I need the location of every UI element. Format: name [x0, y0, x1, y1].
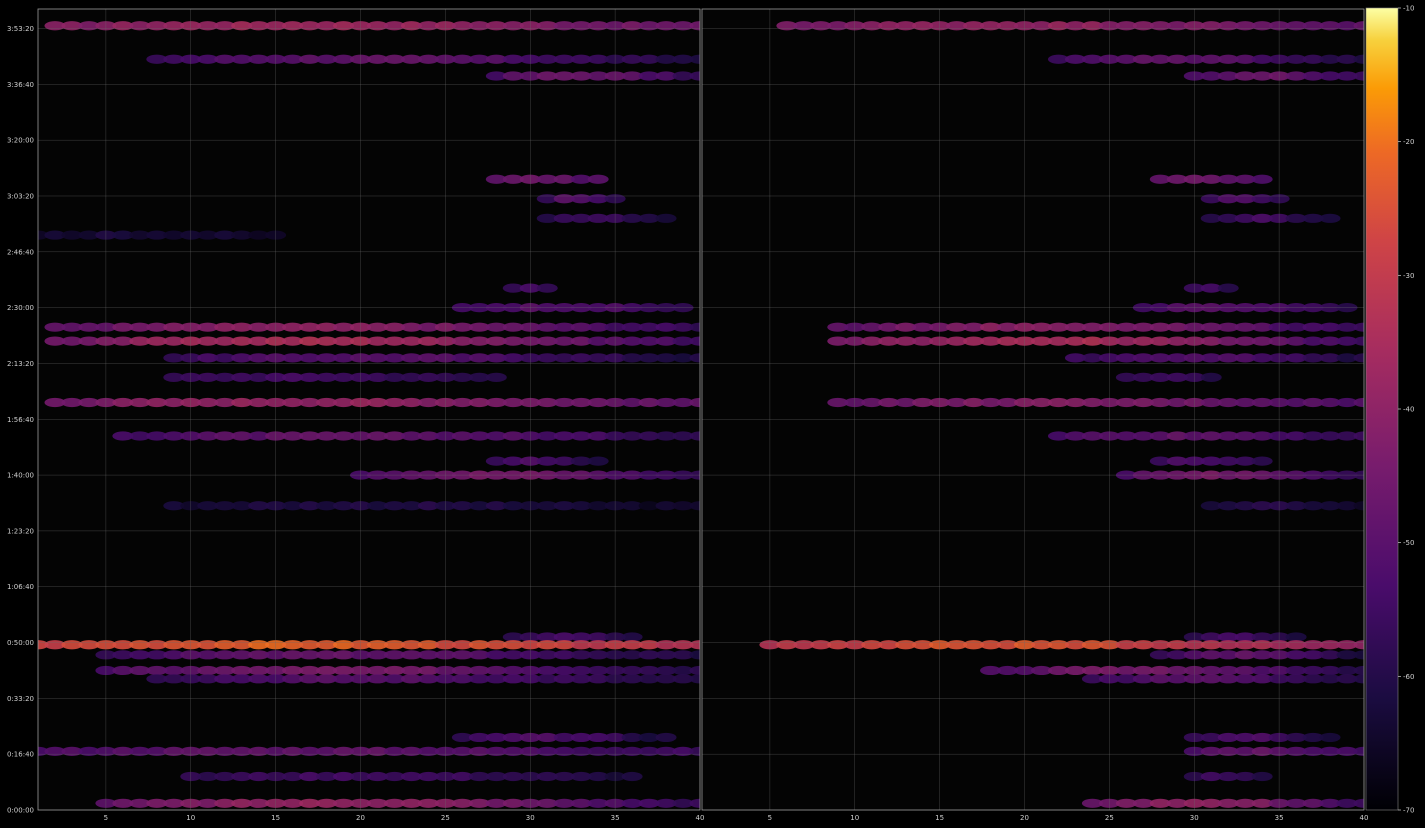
colorbar-tick-label: -20 [1403, 138, 1414, 146]
colorbar-gradient [1365, 7, 1399, 811]
left-bin-5-38 [655, 213, 677, 223]
left-bin-3-34 [587, 174, 609, 184]
left-x-tick-label: 35 [611, 814, 620, 822]
y-tick-label: 0:50:00 [7, 639, 34, 647]
left-panel: 0:00:00 0:16:40 0:33:20 0:50:00 1:06:40 1:23:… [7, 8, 705, 822]
y-tick-label: 2:46:40 [7, 248, 34, 256]
colorbar-tick-label: -60 [1403, 673, 1414, 681]
left-x-tick-label: 25 [441, 814, 450, 822]
right-bin-14-34 [1251, 456, 1273, 466]
right-x-tick-label: 25 [1105, 814, 1114, 822]
y-tick-label: 0:16:40 [7, 751, 34, 759]
colorbar-tick-label: -50 [1403, 539, 1414, 547]
left-x-tick-label: 10 [186, 814, 195, 822]
left-bin-12-28 [485, 372, 507, 383]
right-bin-3-34 [1251, 174, 1273, 184]
y-tick-label: 2:30:00 [7, 304, 34, 312]
right-x-tick-label: 5 [768, 814, 772, 822]
left-bin-25-36 [621, 771, 643, 782]
y-tick-label: 1:56:40 [7, 416, 34, 424]
right-plot-background [702, 9, 1364, 810]
left-plot-background [38, 9, 700, 810]
left-bin-7-31 [536, 283, 558, 293]
y-tick-label: 1:40:00 [7, 472, 34, 480]
left-bin-15-34 [587, 456, 609, 466]
y-tick-label: 3:03:20 [7, 192, 34, 200]
colorbar-tick-label: -70 [1403, 807, 1414, 815]
left-x-tick-label: 15 [271, 814, 280, 822]
spectrogram-chart: 0:00:00 0:16:40 0:33:20 0:50:00 1:06:40 1:23:… [7, 5, 1414, 823]
colorbar: -10 -20 -30 -40 -50 -60 -70 [1365, 5, 1414, 815]
y-tick-label: 1:23:20 [7, 527, 34, 535]
colorbar-tick-label: -40 [1403, 406, 1414, 414]
colorbar-tick-label: -10 [1403, 5, 1414, 13]
right-bin-5-38 [1319, 213, 1341, 223]
right-bin-22-38 [1319, 732, 1341, 743]
right-bin-24-34 [1251, 771, 1273, 782]
y-tick-label: 0:33:20 [7, 695, 34, 703]
right-bin-11-31 [1200, 372, 1222, 383]
right-x-tick-label: 35 [1275, 814, 1284, 822]
y-tick-label: 1:06:40 [7, 583, 34, 591]
left-x-tick-label: 5 [104, 814, 108, 822]
y-tick-label: 0:00:00 [7, 807, 34, 815]
y-tick-label: 3:20:00 [7, 137, 34, 145]
left-x-tick-label: 30 [526, 814, 535, 822]
right-x-tick-label: 15 [935, 814, 944, 822]
right-bin-6-32 [1217, 283, 1239, 293]
left-x-tick-label: 40 [696, 814, 705, 822]
y-tick-label: 2:13:20 [7, 360, 34, 368]
right-x-tick-label: 30 [1190, 814, 1199, 822]
right-panel: 5 10 15 20 25 30 35 40 [701, 8, 1369, 822]
left-x-tick-label: 20 [356, 814, 365, 822]
y-tick-label: 3:36:40 [7, 81, 34, 89]
right-x-tick-label: 40 [1360, 814, 1369, 822]
right-x-tick-label: 10 [850, 814, 859, 822]
left-bin-23-38 [655, 732, 677, 743]
y-tick-label: 3:53:20 [7, 25, 34, 33]
colorbar-tick-label: -30 [1403, 272, 1414, 280]
right-x-tick-label: 20 [1020, 814, 1029, 822]
